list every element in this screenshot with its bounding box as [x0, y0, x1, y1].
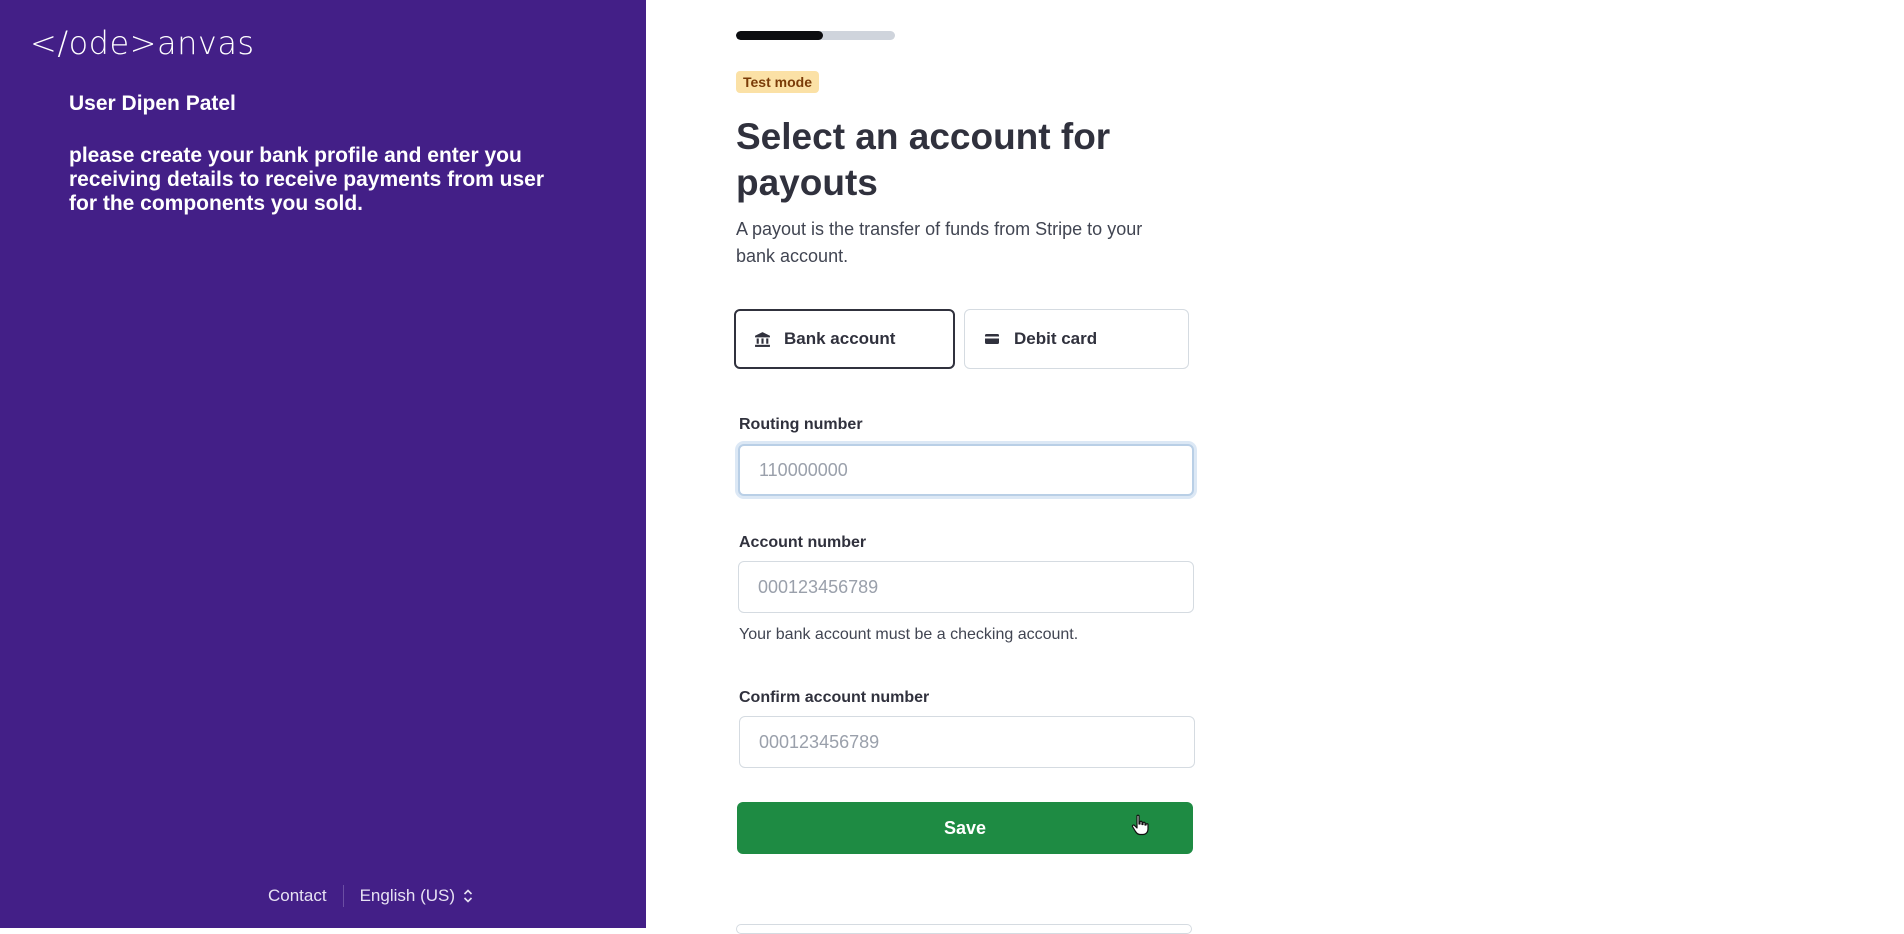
test-mode-badge: Test mode	[736, 71, 819, 93]
routing-number-input[interactable]	[738, 444, 1194, 496]
contact-link[interactable]: Contact	[268, 886, 327, 906]
card-icon	[984, 331, 1001, 348]
user-name: User Dipen Patel	[69, 92, 236, 115]
footer: Contact English (US)	[268, 884, 473, 908]
hand-cursor-icon	[1131, 814, 1149, 841]
language-label: English (US)	[359, 886, 456, 905]
routing-number-label: Routing number	[739, 416, 863, 433]
progress-fill	[736, 31, 824, 40]
next-section-outline	[736, 924, 1192, 934]
debit-card-label: Debit card	[1014, 329, 1098, 348]
page-title: Select an account for payouts	[736, 116, 1111, 203]
bank-account-label: Bank account	[784, 329, 896, 348]
debit-card-option[interactable]: Debit card	[964, 309, 1189, 369]
footer-divider	[342, 885, 344, 907]
account-number-label: Account number	[739, 534, 867, 551]
page-description: A payout is the transfer of funds from S…	[736, 219, 1143, 266]
payout-form-panel: Test mode Select an account for payouts …	[646, 0, 1904, 934]
codecanvas-logo: </ode>anvas	[30, 24, 255, 62]
progress-bar	[736, 31, 895, 40]
account-hint: Your bank account must be a checking acc…	[739, 626, 1079, 643]
account-number-input[interactable]	[738, 561, 1194, 613]
left-panel: </ode>anvas User Dipen Patel please crea…	[0, 0, 646, 928]
bank-account-option[interactable]: Bank account	[734, 309, 955, 369]
confirm-account-number-input[interactable]	[739, 716, 1195, 768]
instructions-text: please create your bank profile and ente…	[69, 144, 545, 215]
language-selector[interactable]: English (US)	[360, 886, 473, 906]
chevron-up-down-icon	[463, 888, 473, 904]
save-button[interactable]: Save	[737, 802, 1193, 854]
confirm-account-number-label: Confirm account number	[739, 689, 930, 706]
bank-icon	[754, 331, 771, 348]
